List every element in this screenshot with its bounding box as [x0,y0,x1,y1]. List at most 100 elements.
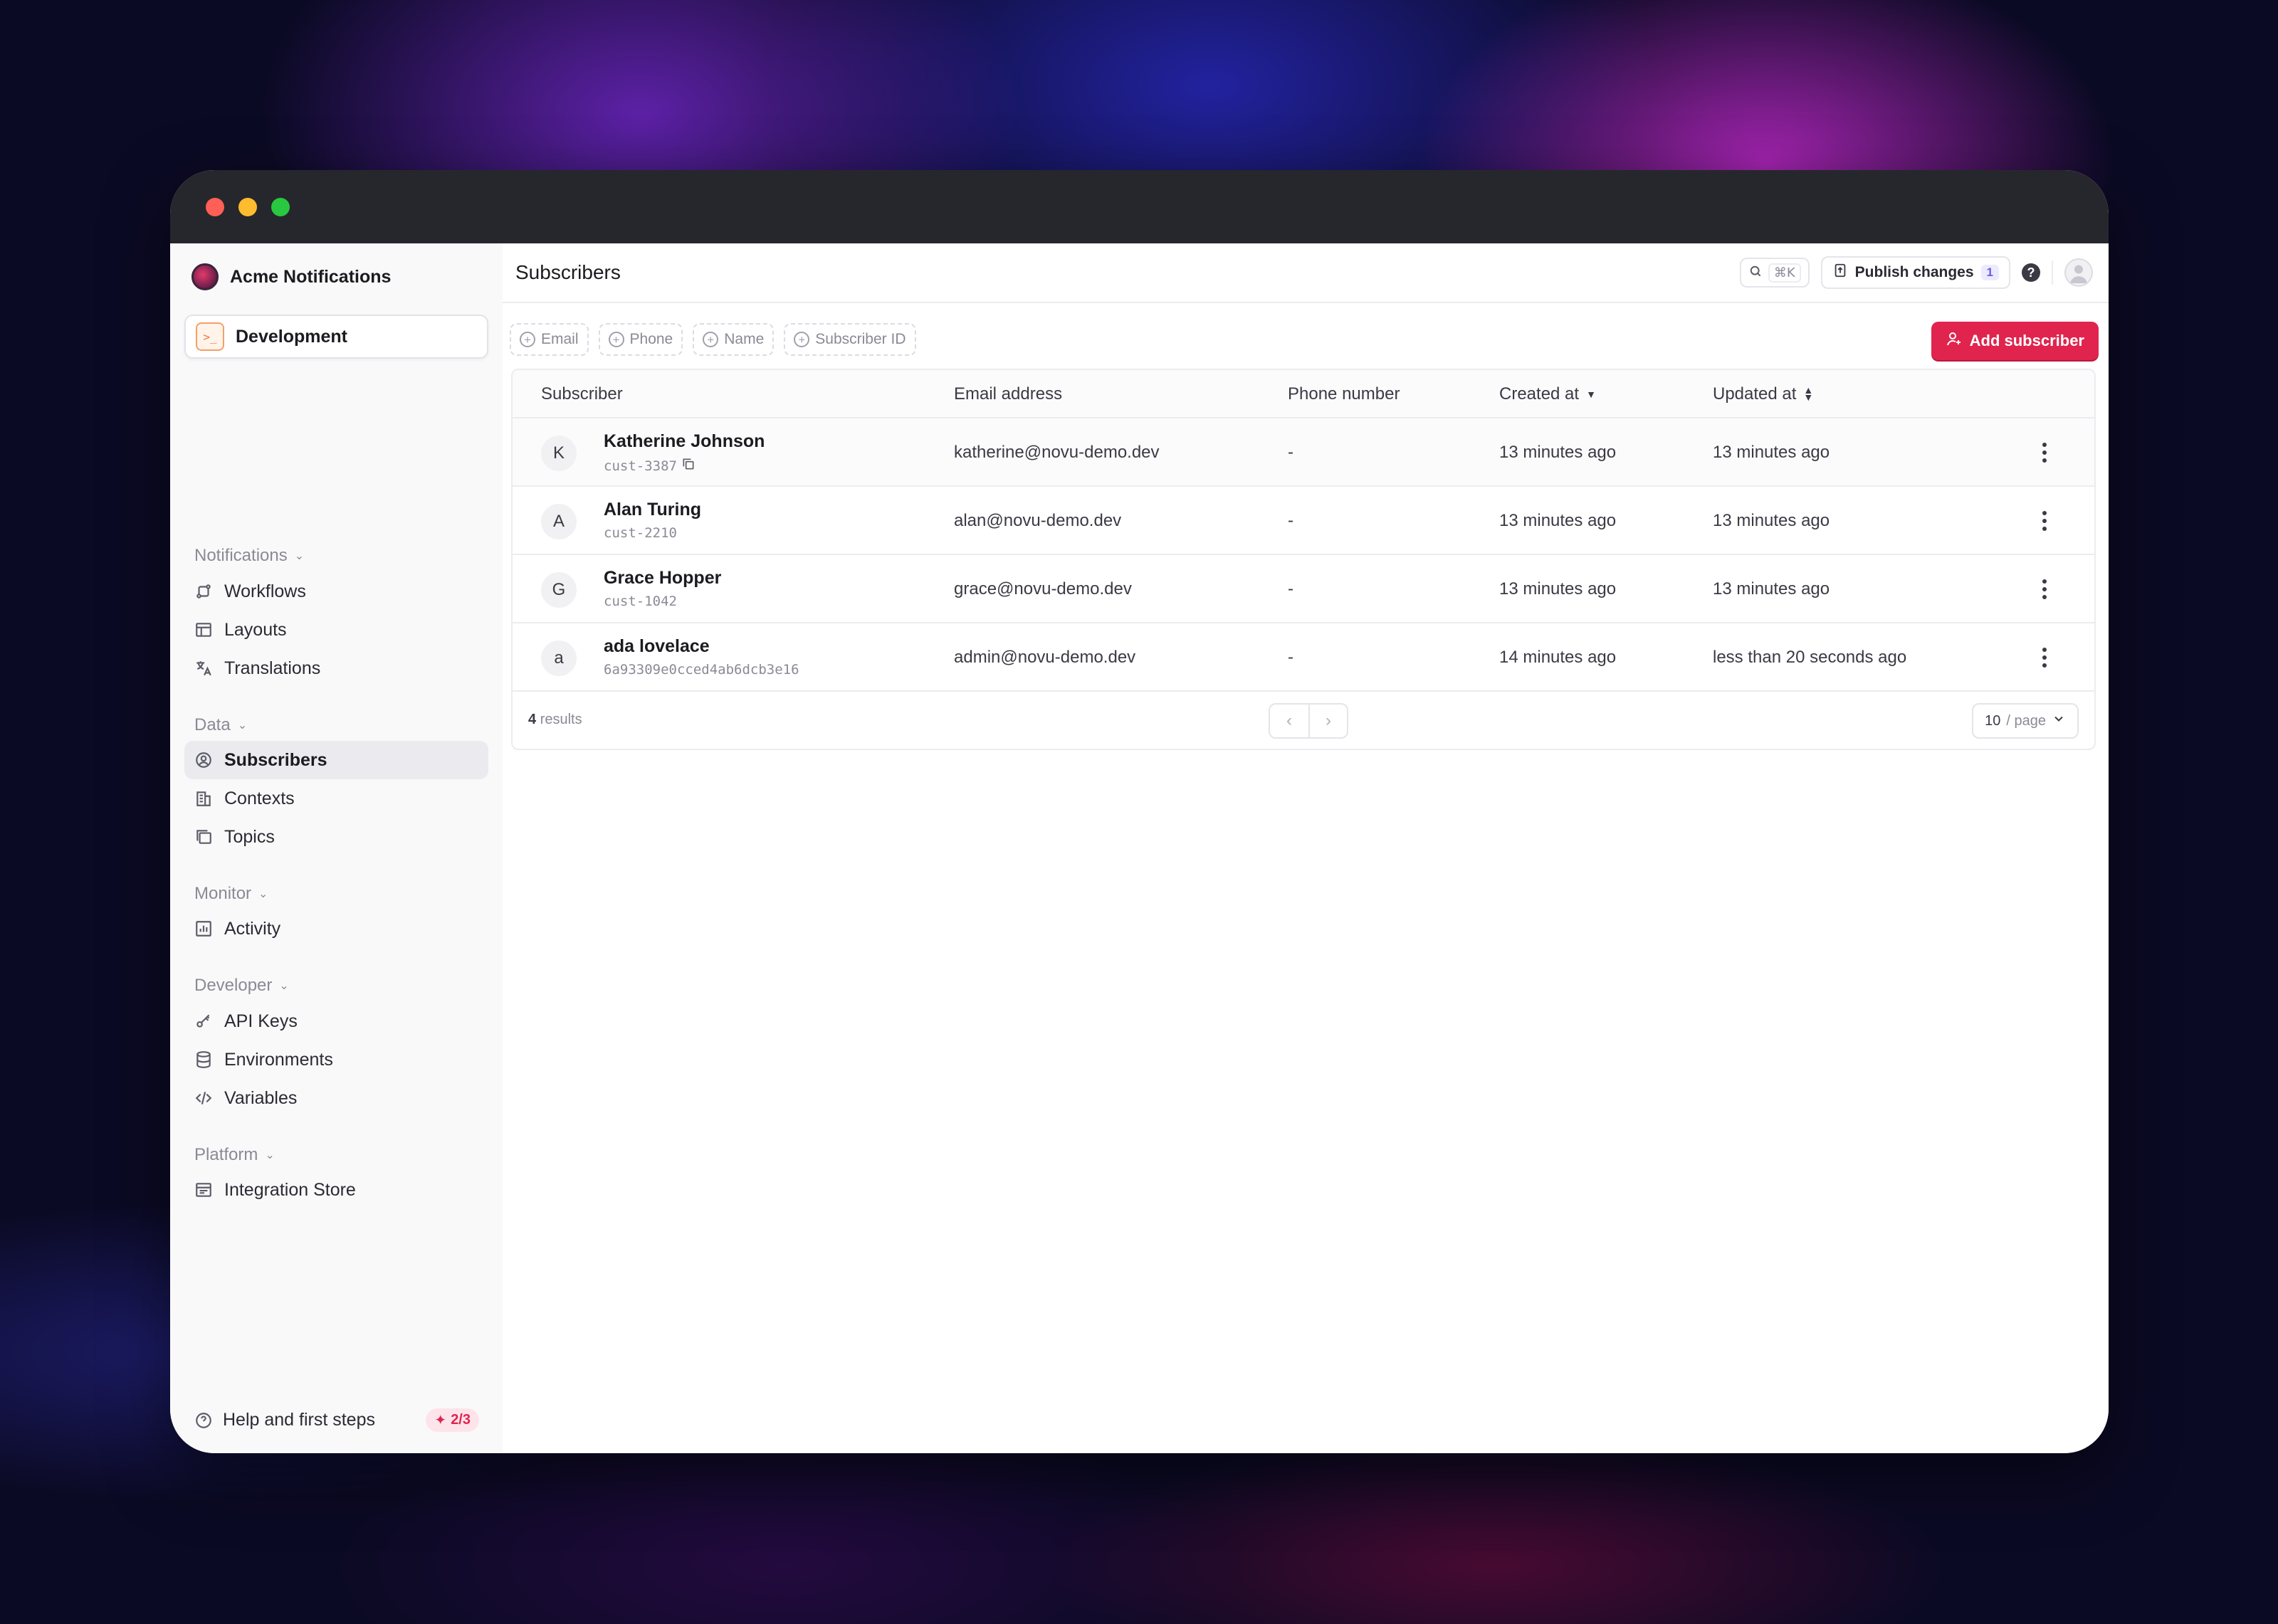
filter-bar: + Email + Phone + Name + Subscriber ID [510,323,916,356]
created-cell: 13 minutes ago [1499,443,1617,462]
translate-icon [194,659,213,677]
copy-icon[interactable] [681,457,696,475]
add-subscriber-button[interactable]: Add subscriber [1931,322,2099,360]
subscriber-id-text: cust-3387 [604,458,677,474]
subscriber-avatar: G [541,572,577,608]
plus-circle-icon: + [703,332,719,347]
updated-cell: 13 minutes ago [1713,511,1830,530]
environment-selector[interactable]: >_ Development [184,315,488,359]
sidebar-item-label: API Keys [224,1011,298,1031]
code-icon [194,1089,213,1107]
table-row[interactable]: G Grace Hopper cust-1042 grace@novu-demo… [513,555,2094,623]
page-size-value: 10 [1985,712,2001,729]
sort-both-icon: ▲ ▼ [1803,384,1814,403]
window-maximize-button[interactable] [271,197,290,216]
filter-name[interactable]: + Name [693,323,775,356]
section-platform[interactable]: Platform ⌄ [194,1145,275,1165]
topics-icon [194,828,213,846]
window-minimize-button[interactable] [238,197,257,216]
sidebar-item-subscribers[interactable]: Subscribers [184,741,488,779]
column-updated-at[interactable]: Updated at ▲ ▼ [1713,384,1813,404]
help-label: Help and first steps [223,1410,375,1430]
subscriber-name: ada lovelace [604,636,710,656]
section-notifications[interactable]: Notifications ⌄ [194,546,304,566]
sidebar-item-topics[interactable]: Topics [184,818,488,856]
chevron-down-icon: ⌄ [265,1149,275,1161]
pagination: ‹ › [1269,703,1348,739]
sidebar-item-translations[interactable]: Translations [184,649,488,687]
filter-phone[interactable]: + Phone [598,323,683,356]
progress-badge: ✦ 2/3 [426,1408,479,1432]
previous-page-button[interactable]: ‹ [1270,705,1308,737]
publish-changes-button[interactable]: Publish changes 1 [1820,256,2010,289]
add-subscriber-label: Add subscriber [1969,332,2084,349]
section-data[interactable]: Data ⌄ [194,715,247,735]
column-label: Phone number [1288,384,1400,404]
table-row[interactable]: K Katherine Johnson cust-3387 katherine@… [513,418,2094,487]
phone-cell: - [1288,579,1293,599]
column-created-at[interactable]: Created at ▼ [1499,384,1596,404]
subscribers-table: Subscriber Email address Phone number Cr… [511,369,2096,750]
sidebar-item-label: Translations [224,658,321,678]
org-name: Acme Notifications [230,266,392,287]
more-vertical-icon[interactable] [2037,645,2052,670]
subscriber-id: cust-2210 [604,525,677,541]
column-label: Updated at [1713,384,1797,404]
user-plus-icon [1946,330,1963,352]
page-size-unit: / page [2006,712,2046,729]
more-vertical-icon[interactable] [2037,508,2052,534]
column-label: Created at [1499,384,1580,404]
next-page-button[interactable]: › [1308,705,1347,737]
section-label: Developer [194,976,273,995]
more-vertical-icon[interactable] [2037,440,2052,465]
sidebar-item-layouts[interactable]: Layouts [184,611,488,649]
sidebar-item-integration-store[interactable]: Integration Store [184,1171,488,1209]
table-row[interactable]: A Alan Turing cust-2210 alan@novu-demo.d… [513,487,2094,555]
filter-subscriber-id[interactable]: + Subscriber ID [784,323,916,356]
email-cell: katherine@novu-demo.dev [954,443,1160,462]
user-avatar[interactable] [2064,258,2093,287]
sidebar-item-variables[interactable]: Variables [184,1079,488,1117]
created-cell: 13 minutes ago [1499,511,1617,530]
sidebar-item-workflows[interactable]: Workflows [184,572,488,611]
section-developer[interactable]: Developer ⌄ [194,976,289,996]
created-cell: 14 minutes ago [1499,648,1617,667]
subscriber-avatar: K [541,436,577,471]
subscriber-id: cust-3387 [604,457,696,475]
filter-email[interactable]: + Email [510,323,589,356]
chevron-left-icon: ‹ [1286,711,1292,730]
search-button[interactable]: ⌘K [1739,258,1810,288]
plus-circle-icon: + [520,332,535,347]
column-subscriber: Subscriber [541,384,623,404]
phone-cell: - [1288,443,1293,462]
subscriber-id: cust-1042 [604,594,677,609]
question-circle-icon [194,1411,213,1430]
column-label: Subscriber [541,384,623,404]
sidebar-item-label: Integration Store [224,1179,356,1200]
filter-label: Phone [629,331,673,347]
sidebar-item-contexts[interactable]: Contexts [184,779,488,818]
window-close-button[interactable] [206,197,224,216]
sidebar-item-activity[interactable]: Activity [184,909,488,948]
org-switcher[interactable]: Acme Notifications [191,263,391,290]
created-cell: 13 minutes ago [1499,579,1617,599]
results-label: results [540,712,582,727]
table-footer: 4 results ‹ › 10 / page [513,692,2094,749]
sidebar-item-label: Layouts [224,619,287,640]
more-vertical-icon[interactable] [2037,576,2052,602]
store-icon [194,1181,213,1199]
sparkle-icon: ✦ [434,1413,447,1428]
help-first-steps[interactable]: Help and first steps ✦ 2/3 [194,1408,479,1432]
sidebar-item-api-keys[interactable]: API Keys [184,1002,488,1040]
section-label: Platform [194,1145,258,1164]
table-row[interactable]: a ada lovelace 6a93309e0cced4ab6dcb3e16 … [513,623,2094,692]
user-icon [2070,265,2087,283]
sidebar-item-label: Activity [224,918,281,939]
help-icon[interactable]: ? [2022,263,2040,282]
sidebar-item-environments[interactable]: Environments [184,1040,488,1079]
section-monitor[interactable]: Monitor ⌄ [194,884,268,904]
updated-cell: less than 20 seconds ago [1713,648,1907,667]
subscriber-avatar: A [541,504,577,539]
page-size-select[interactable]: 10 / page [1972,703,2079,739]
search-icon [1748,264,1763,282]
